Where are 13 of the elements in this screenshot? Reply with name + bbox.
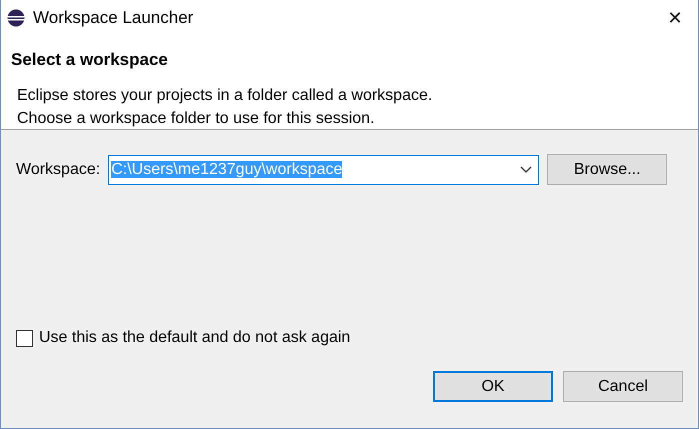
dialog-button[interactable]: Cancel xyxy=(563,371,683,402)
default-checkbox[interactable] xyxy=(16,330,33,346)
chevron-down-icon xyxy=(520,166,532,174)
header-title: Select a workspace xyxy=(11,50,169,70)
browse-button[interactable]: Browse... xyxy=(547,154,668,185)
workspace-label: Workspace: xyxy=(16,160,100,178)
checkbox-label: Use this as the default and do not ask again xyxy=(39,329,350,347)
description-text: Choose a workspace folder to use for this session. xyxy=(16,109,376,129)
app-logo-icon xyxy=(7,9,25,27)
window-title: Workspace Launcher xyxy=(33,8,194,28)
dialog-button[interactable]: OK xyxy=(433,371,553,402)
close-button[interactable]: ✕ xyxy=(652,0,698,36)
description-text: Eclipse stores your projects in a folder called a workspace. xyxy=(16,86,434,106)
